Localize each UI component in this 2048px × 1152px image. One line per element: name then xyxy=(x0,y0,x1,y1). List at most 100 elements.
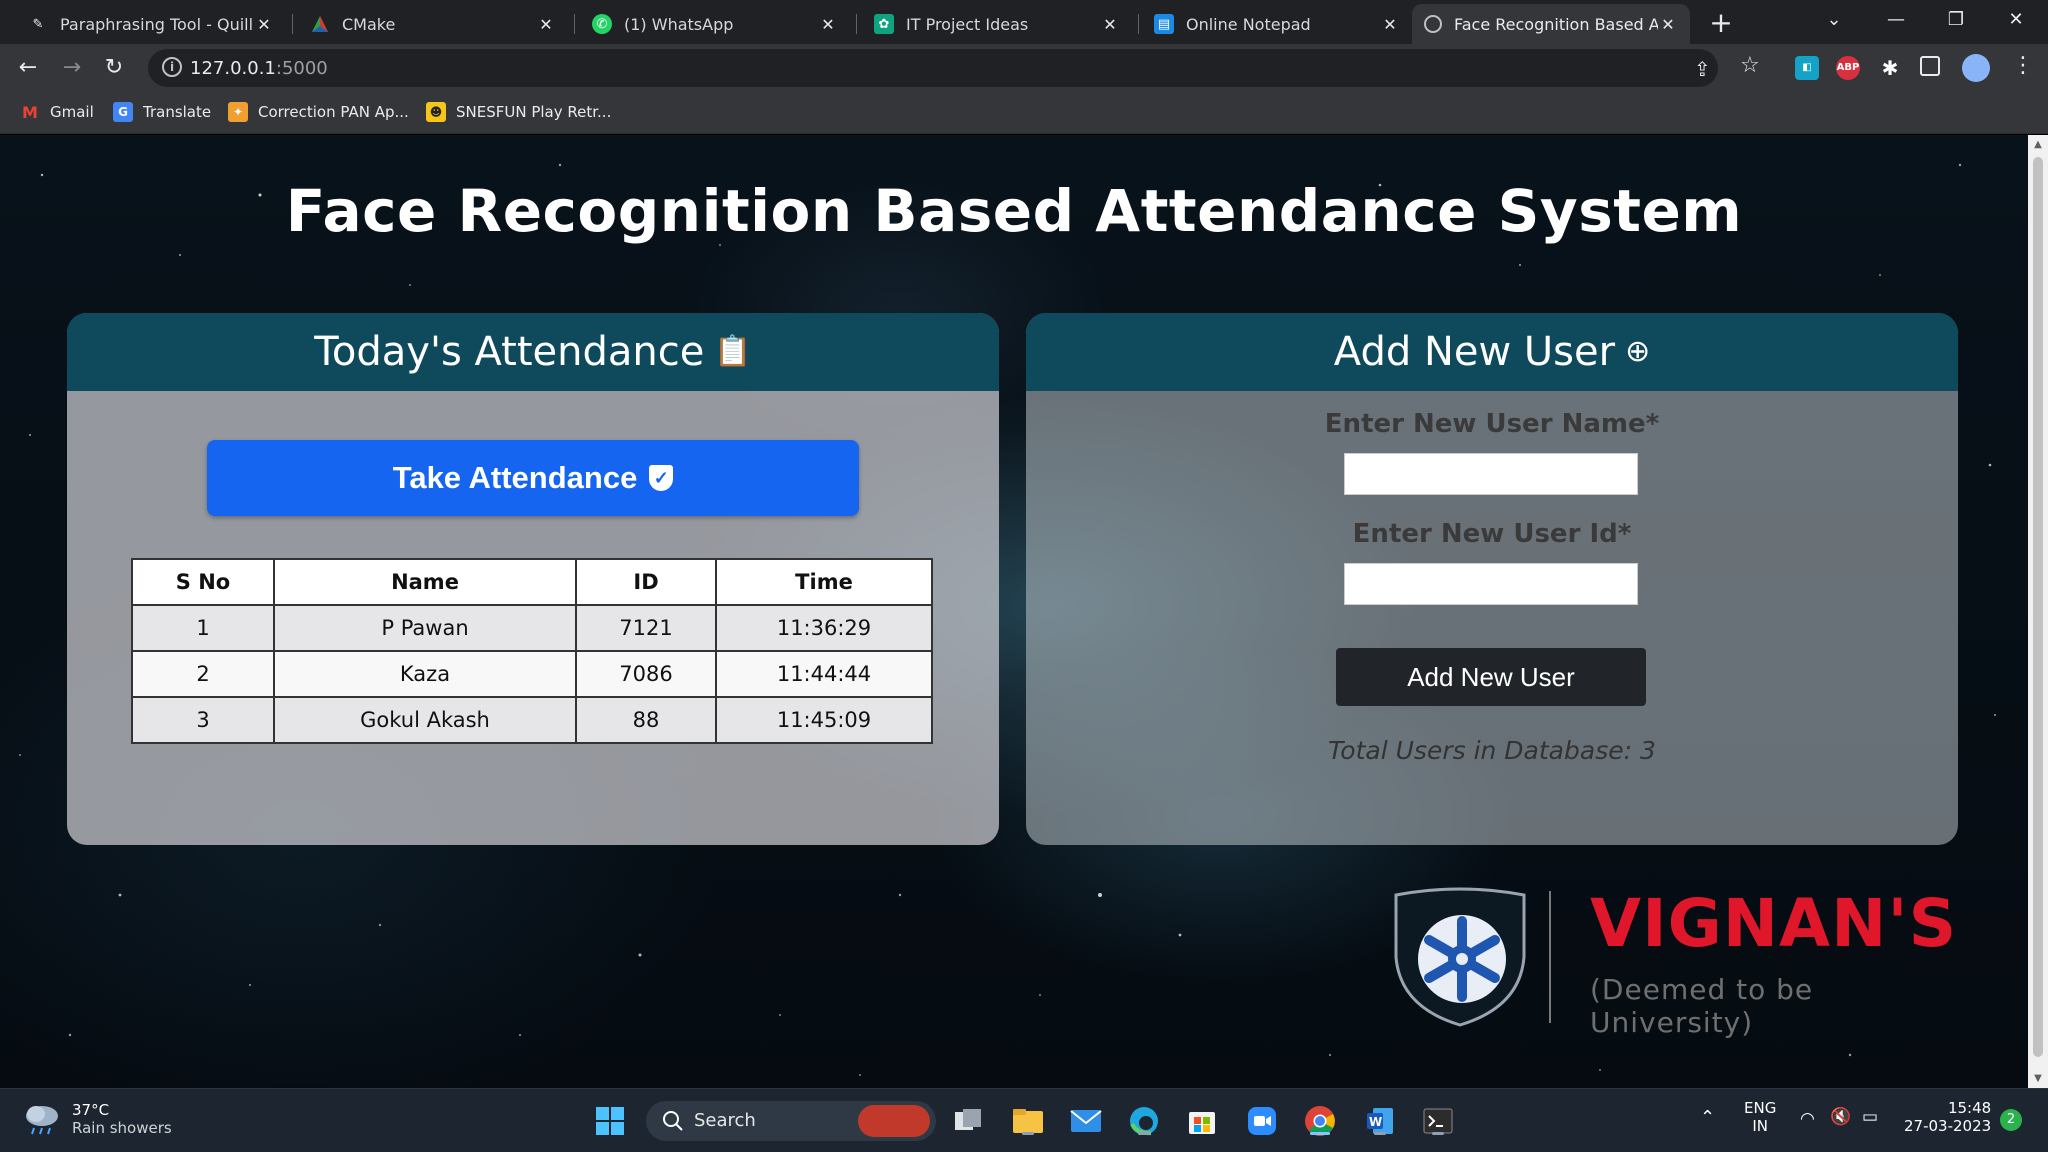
add-user-panel-header: Add New User ⊕ xyxy=(1026,313,1958,391)
chrome-icon[interactable] xyxy=(1302,1103,1338,1139)
clock-time: 15:48 xyxy=(1947,1099,1992,1117)
side-panel-icon[interactable] xyxy=(1920,56,1940,76)
minimize-button[interactable]: — xyxy=(1868,0,1924,40)
close-icon[interactable]: ✕ xyxy=(818,15,838,34)
pan-icon: ✦ xyxy=(228,102,248,122)
bookmark-gmail[interactable]: M Gmail xyxy=(20,102,94,122)
adblock-icon[interactable]: ABP xyxy=(1836,56,1860,80)
user-name-label: Enter New User Name* xyxy=(1324,409,1660,439)
language-indicator[interactable]: ENG IN xyxy=(1744,1099,1776,1135)
user-id-label: Enter New User Id* xyxy=(1352,519,1632,549)
table-cell: P Pawan xyxy=(273,604,577,652)
close-icon[interactable]: ✕ xyxy=(1380,15,1400,34)
clock[interactable]: 15:48 27-03-2023 xyxy=(1904,1099,1991,1135)
tab-online-notepad[interactable]: ▤ Online Notepad ✕ xyxy=(1142,4,1412,44)
rain-cloud-icon xyxy=(26,1106,58,1135)
take-attendance-button[interactable]: Take Attendance ✓ xyxy=(207,440,859,516)
column-header: Name xyxy=(273,558,577,606)
table-cell: 2 xyxy=(131,650,275,698)
wifi-icon[interactable]: ◠ xyxy=(1800,1109,1815,1129)
page-viewport: Face Recognition Based Attendance System… xyxy=(0,135,2028,1088)
search-label: Search xyxy=(694,1110,756,1131)
windows-icon xyxy=(596,1107,624,1135)
speaker-muted-icon[interactable]: 🔇 xyxy=(1830,1107,1851,1127)
bookmark-snesfun[interactable]: ☻ SNESFUN Play Retr... xyxy=(426,102,611,122)
window-close-button[interactable]: ✕ xyxy=(1988,0,2044,40)
tab-quillbot[interactable]: ✎ Paraphrasing Tool - QuillBo ✕ xyxy=(16,4,286,44)
show-hidden-icons-icon[interactable]: ⌃ xyxy=(1700,1107,1715,1128)
store-icon[interactable] xyxy=(1184,1103,1220,1139)
tab-whatsapp[interactable]: ✆ (1) WhatsApp ✕ xyxy=(580,4,850,44)
zoom-icon[interactable] xyxy=(1244,1103,1280,1139)
tab-cmake[interactable]: CMake ✕ xyxy=(298,4,568,44)
new-tab-button[interactable]: + xyxy=(1704,6,1738,40)
chatgpt-icon: ✿ xyxy=(874,14,894,34)
word-icon[interactable]: W xyxy=(1362,1103,1398,1139)
bookmark-star-icon[interactable]: ☆ xyxy=(1740,53,1760,78)
forward-button[interactable]: → xyxy=(56,52,88,84)
quillbot-icon: ✎ xyxy=(32,16,44,32)
tab-strip: ✎ Paraphrasing Tool - QuillBo ✕ CMake ✕ … xyxy=(0,0,2048,44)
total-users-text: Total Users in Database: 3 xyxy=(1328,736,1656,765)
page-scrollbar[interactable]: ▲ ▼ xyxy=(2028,135,2048,1088)
clipboard-icon: 📋 xyxy=(714,334,752,369)
close-icon[interactable]: ✕ xyxy=(1658,15,1678,34)
table-row: 1 P Pawan 7121 11:36:29 xyxy=(131,604,933,652)
attendance-table: S No Name ID Time 1 P Pawan 7121 11:36:2… xyxy=(131,558,933,744)
tab-it-project-ideas[interactable]: ✿ IT Project Ideas ✕ xyxy=(862,4,1132,44)
bookmark-translate[interactable]: G Translate xyxy=(113,102,211,122)
tab-title: (1) WhatsApp xyxy=(624,14,734,34)
table-cell: 11:45:09 xyxy=(715,696,933,744)
tab-search-icon[interactable]: ⌄ xyxy=(1806,0,1862,40)
check-shield-icon: ✓ xyxy=(649,465,674,491)
close-icon[interactable]: ✕ xyxy=(254,15,274,34)
table-header-row: S No Name ID Time xyxy=(131,558,933,606)
start-button[interactable] xyxy=(592,1103,628,1139)
task-view-icon[interactable] xyxy=(950,1103,986,1139)
table-cell: 7086 xyxy=(575,650,717,698)
scroll-up-icon[interactable]: ▲ xyxy=(2032,139,2044,150)
share-icon[interactable]: ⇪ xyxy=(1694,57,1711,81)
terminal-icon[interactable] xyxy=(1420,1103,1456,1139)
address-bar[interactable]: i 127.0.0.1:5000 ⇪ xyxy=(148,49,1718,87)
attendance-panel: Today's Attendance 📋 Take Attendance ✓ S N… xyxy=(67,313,999,845)
scroll-down-icon[interactable]: ▼ xyxy=(2032,1073,2044,1084)
restore-button[interactable]: ❐ xyxy=(1928,0,1984,40)
page-title: Face Recognition Based Attendance System xyxy=(285,177,1743,245)
url-text: 127.0.0.1:5000 xyxy=(190,58,328,79)
puzzle-icon[interactable]: ✱ xyxy=(1878,56,1902,80)
notepad-icon: ▤ xyxy=(1154,14,1174,34)
attendance-panel-header: Today's Attendance 📋 xyxy=(67,313,999,391)
file-explorer-icon[interactable] xyxy=(1010,1103,1046,1139)
cmake-icon xyxy=(310,14,330,34)
scrollbar-thumb[interactable] xyxy=(2033,157,2043,1057)
table-cell: Kaza xyxy=(273,650,577,698)
close-icon[interactable]: ✕ xyxy=(1100,15,1120,34)
menu-icon[interactable]: ⋮ xyxy=(2012,53,2034,78)
edge-icon[interactable] xyxy=(1126,1103,1162,1139)
user-name-input[interactable] xyxy=(1344,453,1638,495)
site-info-icon[interactable]: i xyxy=(162,57,182,77)
user-id-input[interactable] xyxy=(1344,563,1638,605)
notification-badge[interactable]: 2 xyxy=(2000,1109,2022,1131)
svg-text:W: W xyxy=(1369,1115,1382,1129)
add-circle-icon: ⊕ xyxy=(1625,334,1651,369)
avatar[interactable] xyxy=(1962,54,1990,82)
reload-button[interactable]: ↻ xyxy=(98,52,130,84)
table-cell: 11:36:29 xyxy=(715,604,933,652)
add-new-user-button[interactable]: Add New User xyxy=(1336,648,1646,706)
tab-face-recognition[interactable]: Face Recognition Based Att ✕ xyxy=(1412,4,1690,44)
battery-icon[interactable]: ▭ xyxy=(1862,1107,1878,1127)
add-user-panel: Add New User ⊕ Enter New User Name* Enter… xyxy=(1026,313,1958,845)
globe-icon xyxy=(1424,15,1442,33)
bookmark-pan[interactable]: ✦ Correction PAN Ap... xyxy=(228,102,409,122)
extension-icon[interactable]: ◧ xyxy=(1795,56,1819,80)
taskbar-search[interactable]: Search xyxy=(646,1101,936,1141)
mail-icon[interactable] xyxy=(1068,1103,1104,1139)
weather-widget[interactable]: 37°C Rain showers xyxy=(22,1101,172,1137)
table-cell: 11:44:44 xyxy=(715,650,933,698)
add-user-heading: Add New User xyxy=(1333,329,1616,375)
clock-date: 27-03-2023 xyxy=(1904,1117,1992,1135)
close-icon[interactable]: ✕ xyxy=(536,15,556,34)
back-button[interactable]: ← xyxy=(12,52,44,84)
